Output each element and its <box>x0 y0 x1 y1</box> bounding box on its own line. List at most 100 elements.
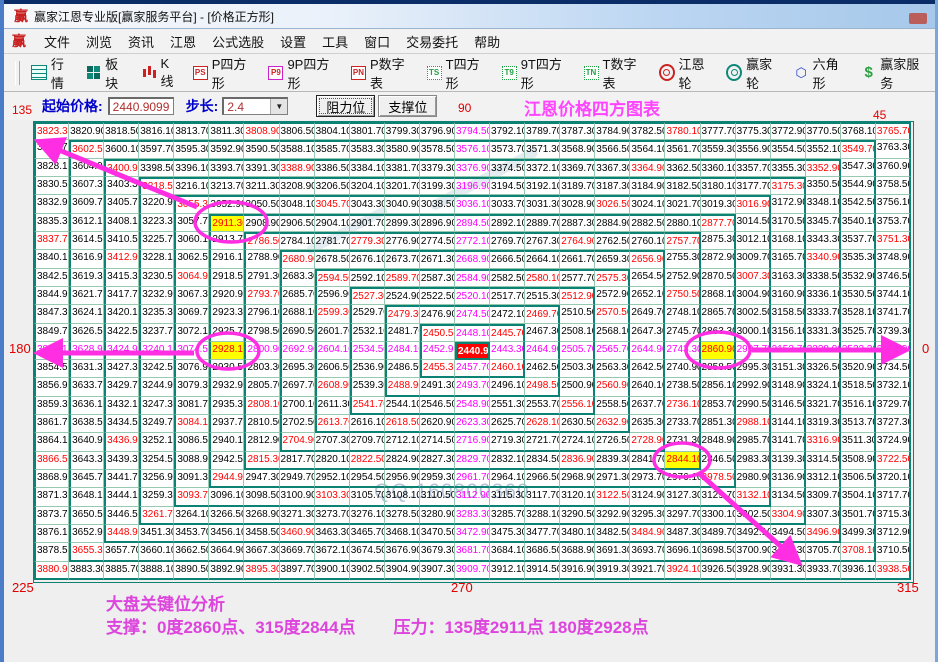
grid-cell: 2916.10 <box>209 250 245 269</box>
grid-cell: 2971.30 <box>595 470 631 489</box>
grid-cell: 3194.50 <box>490 176 526 196</box>
grid-cell: 2781.70 <box>314 231 350 251</box>
grid-cell: 3247.30 <box>139 396 175 416</box>
grid-cell: 3482.50 <box>595 525 631 544</box>
grid-cell: 3043.30 <box>349 195 385 214</box>
support-button[interactable]: 支撑位 <box>378 95 438 117</box>
grid-cell: 3124.90 <box>630 488 666 507</box>
toolbar-item[interactable]: P9 9P四方形 <box>262 51 345 95</box>
toolbar-item[interactable]: 板块 <box>80 51 135 95</box>
grid-cell: 3604.90 <box>69 158 105 177</box>
toolbar-item[interactable]: $ 赢家服务 <box>855 51 935 95</box>
grid-cell: 3592.90 <box>209 140 245 159</box>
toolbar-item[interactable]: 行情 <box>25 51 80 95</box>
toolbar-item-label: 板块 <box>105 56 119 91</box>
grid-cell: 3427.30 <box>104 360 140 379</box>
start-price-input[interactable] <box>107 97 174 115</box>
grid-cell: 3873.70 <box>34 506 70 526</box>
title-bar[interactable]: 赢 赢家江恩专业版[赢家服务平台] - [价格正方形] <box>4 4 935 29</box>
grid-cell: 3816.10 <box>139 122 175 141</box>
grid-cell: 3890.50 <box>174 561 210 580</box>
grid-cell: 2589.70 <box>384 268 420 287</box>
toolbar-item[interactable]: ⬡ 六角形 <box>788 51 856 95</box>
resistance-button[interactable]: 阻力位 <box>316 95 376 117</box>
grid-cell: 3792.10 <box>490 122 526 141</box>
grid-cell: 3199.30 <box>419 176 455 196</box>
grid-cell: 2995.30 <box>735 360 771 379</box>
grid-cell: 3892.90 <box>209 561 245 580</box>
grid-cell: 2472.10 <box>490 305 526 324</box>
grid-cell: 2539.30 <box>349 378 385 397</box>
grid-cell: 3240.10 <box>139 341 175 361</box>
grid-cell: 2630.50 <box>560 415 596 434</box>
grid-cell: 2752.90 <box>665 268 701 287</box>
grid-cell: 3400.90 <box>104 158 140 177</box>
grid-cell: 2726.50 <box>595 433 631 452</box>
grid-cell: 3134.50 <box>770 488 806 507</box>
toolbar-item[interactable]: K线 <box>135 53 186 93</box>
grid-cell: 2832.10 <box>490 451 526 471</box>
grid-cell: 2654.50 <box>630 268 666 287</box>
grid-cell: 2481.70 <box>384 323 420 342</box>
grid-cell: 3717.70 <box>875 488 911 507</box>
toolbar-item[interactable]: TN T数字表 <box>578 51 653 95</box>
grid-cell: 3801.70 <box>349 122 385 141</box>
grid-cell: 3861.70 <box>34 415 70 434</box>
grid-cell: 3096.10 <box>209 488 245 507</box>
grid-cell: 2443.30 <box>490 341 526 361</box>
grid-cell: 3172.90 <box>770 195 806 214</box>
grid-cell: 3888.10 <box>139 561 175 580</box>
grid-cell: 2788.90 <box>244 250 280 269</box>
step-combobox[interactable]: 2.4 ▼ <box>222 97 289 115</box>
grid-cell: 3902.50 <box>349 561 385 580</box>
chart-pane: QQ:160800360 3823.303820.903818.503816.1… <box>4 120 935 662</box>
grid-cell: 3880.90 <box>34 561 70 580</box>
grid-cell: 2954.50 <box>349 470 385 489</box>
toolbar-item[interactable]: 江恩轮 <box>653 51 721 95</box>
grid-cell: 2940.10 <box>209 433 245 452</box>
grid-cell: 3624.10 <box>69 305 105 324</box>
grid-cell: 3206.50 <box>314 176 350 196</box>
grid-cell: 3316.90 <box>805 433 841 452</box>
grid-cell: 2644.90 <box>630 341 666 361</box>
grid-cell: 3319.30 <box>805 415 841 434</box>
grid-cell: 3177.70 <box>735 176 771 196</box>
grid-cell: 2889.70 <box>525 213 561 232</box>
grid-cell: 3712.90 <box>875 525 911 544</box>
grid-cell: 3554.50 <box>770 140 806 159</box>
grid-cell: 3799.30 <box>384 122 420 141</box>
grid-cell: 2721.70 <box>525 433 561 452</box>
grid-cell: 3338.50 <box>805 268 841 287</box>
grid-cell: 3364.90 <box>630 158 666 177</box>
chevron-down-icon[interactable]: ▼ <box>270 99 288 114</box>
degree-label-315: 315 <box>897 580 919 595</box>
grid-cell: 3098.50 <box>244 488 280 507</box>
grid-cell: 3729.70 <box>875 396 911 416</box>
toolbar-item[interactable]: T9 9T四方形 <box>496 51 578 95</box>
grid-cell: 2503.30 <box>560 360 596 379</box>
grid-cell: 3609.70 <box>69 195 105 214</box>
grid-cell: 3422.50 <box>104 323 140 342</box>
grid-cell: 2479.30 <box>384 305 420 324</box>
grid-cell: 3304.90 <box>770 506 806 526</box>
grid-cell: 3000.10 <box>735 323 771 342</box>
grid-cell: 3508.90 <box>840 451 876 471</box>
toolbar-item[interactable]: 赢家轮 <box>720 51 788 95</box>
toolbar-item-label: 六角形 <box>812 56 839 91</box>
grid-cell: 2738.50 <box>665 378 701 397</box>
grid-cell: 3756.10 <box>875 195 911 214</box>
toolbar-item[interactable]: TS T四方形 <box>421 51 496 95</box>
grid-cell: 2839.30 <box>595 451 631 471</box>
grid-cell: 2728.90 <box>630 433 666 452</box>
grid-cell: 2536.90 <box>349 360 385 379</box>
grid-cell: 3919.30 <box>595 561 631 580</box>
grid-cell: 3472.90 <box>454 525 491 544</box>
grid-cell: 3787.30 <box>560 122 596 141</box>
close-icon[interactable] <box>909 13 927 24</box>
grid-cell: 2997.70 <box>735 341 771 361</box>
grid-cell: 2824.90 <box>384 451 420 471</box>
grid-cell: 3760.90 <box>875 158 911 177</box>
toolbar-item[interactable]: PN P数字表 <box>345 51 421 95</box>
toolbar-item[interactable]: PS P四方形 <box>187 51 263 95</box>
grid-cell: 3547.30 <box>840 158 876 177</box>
